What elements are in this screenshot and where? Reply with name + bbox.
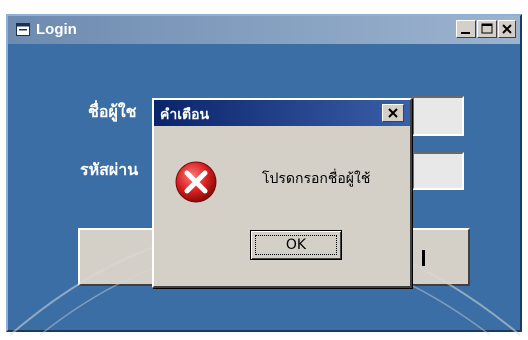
alert-close-button[interactable] (382, 104, 404, 122)
window-title: Login (36, 21, 77, 38)
error-icon (175, 161, 217, 203)
maximize-icon (481, 23, 493, 34)
cancel-button-partial-text (422, 250, 425, 266)
close-icon (502, 24, 512, 34)
alert-dialog: คำเตือน โปรดกรอกชื่อผู้ใช้ OK (152, 98, 412, 288)
username-label: ชื่อผู้ใช (88, 102, 137, 121)
password-label: รหัสผ่าน (80, 160, 139, 179)
ok-button[interactable]: OK (250, 230, 342, 260)
login-titlebar[interactable]: Login (8, 16, 520, 44)
close-icon (388, 108, 398, 118)
alert-title: คำเตือน (160, 107, 210, 123)
alert-titlebar[interactable]: คำเตือน (154, 100, 410, 126)
focus-rectangle (255, 235, 337, 255)
app-window-icon (16, 23, 30, 36)
password-input[interactable] (412, 152, 464, 190)
username-input[interactable] (412, 96, 464, 136)
maximize-button[interactable] (477, 20, 497, 38)
close-button[interactable] (498, 20, 516, 38)
alert-message: โปรดกรอกชื่อผู้ใช้ (262, 171, 371, 187)
minimize-button[interactable] (456, 20, 476, 38)
minimize-icon (461, 32, 470, 34)
